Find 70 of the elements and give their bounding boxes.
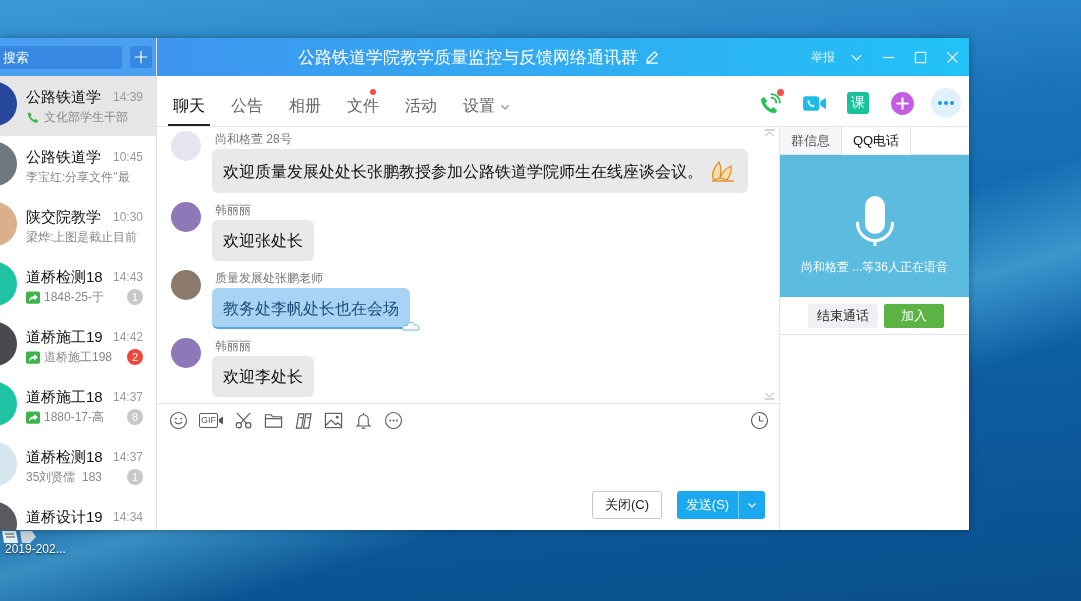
maximize-icon[interactable] [914, 50, 927, 64]
more-icon[interactable] [384, 411, 403, 430]
chat-time: 14:42 [112, 330, 143, 344]
sender-name: 韩丽丽 [214, 202, 251, 219]
forward-arrow-icon [26, 350, 40, 364]
tab[interactable]: QQ电话 [841, 127, 912, 155]
tab[interactable]: 设置 [458, 76, 515, 126]
end-call-button[interactable]: 结束通话 [807, 303, 878, 328]
forward-arrow-icon [26, 290, 40, 304]
desktop-icon-label[interactable]: 2019-202... [5, 541, 66, 557]
documents-icon[interactable] [294, 411, 313, 430]
chat-name: 公路铁道学 [26, 87, 101, 107]
message-text: 教务处李帆处长也在会场 [223, 299, 399, 319]
tab[interactable]: 聊天 [168, 76, 210, 126]
chat-time: 14:37 [112, 450, 143, 464]
chat-name: 道桥检测18 [26, 447, 103, 467]
chat-name: 公路铁道学 [26, 147, 101, 167]
search-field[interactable]: 搜索 [0, 45, 122, 69]
message-preview: 1848-25-于 [44, 288, 105, 306]
chat-time: 10:45 [112, 150, 143, 164]
forward-arrow-icon [26, 410, 40, 424]
call-status: 尚和格萱 ...等36人正在语音 [801, 259, 948, 276]
chat-time: 14:39 [112, 90, 143, 104]
chat-name: 道桥设计19 [26, 507, 103, 527]
message-preview: 梁烨:上图是截止目前 [26, 228, 138, 246]
close-icon[interactable] [946, 50, 959, 64]
tab[interactable]: 公告 [226, 76, 268, 126]
message-preview: 35刘贤儒 183 [26, 468, 103, 486]
chat-list-item[interactable]: 道桥设计19 14:34 [0, 496, 156, 530]
message-preview: 道桥施工198 [44, 348, 113, 366]
plus-icon [134, 50, 148, 64]
scissors-icon[interactable] [234, 411, 253, 430]
sender-name: 韩丽丽 [214, 338, 251, 355]
clock-icon[interactable] [750, 411, 769, 430]
chat-time: 10:30 [112, 210, 143, 224]
chat-name: 道桥施工19 [26, 327, 103, 347]
message-text: 欢迎张处长 [223, 231, 303, 251]
folder-icon[interactable] [264, 411, 283, 430]
sender-name: 质量发展处张鹏老师 [214, 270, 323, 287]
add-button[interactable] [130, 46, 152, 68]
chat-list-item[interactable]: 公路铁道学 14:39 文化部学生干部 [0, 76, 156, 136]
pencil-icon[interactable] [644, 50, 659, 64]
camera-icon [219, 416, 223, 425]
chat-name: 道桥检测18 [26, 267, 103, 287]
sender-name: 尚和格萱 28号 [214, 131, 292, 148]
chat-time: 14:37 [112, 390, 143, 404]
chevron-down-icon [747, 500, 757, 510]
window-title: 公路铁道学院教学质量监控与反馈网络通讯群 [297, 46, 638, 69]
phone-icon [26, 110, 40, 124]
image-icon[interactable] [324, 411, 343, 430]
close-button[interactable]: 关闭(C) [592, 491, 662, 519]
smiley-icon[interactable] [169, 411, 188, 430]
unread-count-badge: 2 [127, 349, 143, 365]
chat-name: 道桥施工18 [26, 387, 103, 407]
message-preview: 文化部学生干部 [44, 108, 128, 126]
tab[interactable]: 活动 [400, 76, 442, 126]
tab[interactable]: 群信息 [780, 127, 841, 155]
more-icon[interactable] [931, 88, 961, 118]
chat-time: 14:34 [112, 510, 143, 524]
chat-name: 陕交院教学 [26, 207, 101, 227]
message-text: 欢迎质量发展处处长张鹏教授参加公路铁道学院师生在线座谈会议。 [223, 161, 703, 182]
microphone-icon [854, 196, 895, 246]
message-text: 欢迎李处长 [223, 367, 303, 387]
chat-time: 14:43 [112, 270, 143, 284]
bell-icon[interactable] [354, 411, 373, 430]
message-preview: 1880-17-高 [44, 408, 105, 426]
tab[interactable]: 文件 [342, 76, 384, 126]
tab[interactable]: 相册 [284, 76, 326, 126]
message-preview: 李宝红:分享文件"最 [26, 168, 130, 186]
plus-circle-icon[interactable] [889, 90, 915, 116]
